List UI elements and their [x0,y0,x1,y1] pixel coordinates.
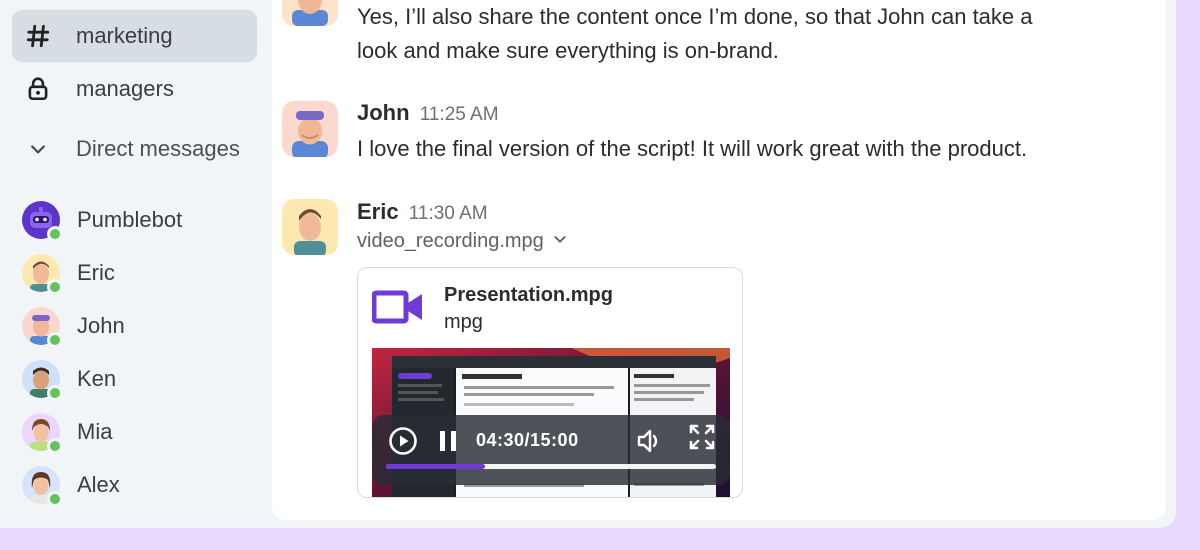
sidebar-item-managers[interactable]: managers [12,63,257,115]
pause-icon[interactable] [438,429,458,458]
direct-messages-toggle[interactable]: Direct messages [12,123,257,175]
dm-name-eric[interactable]: Eric [77,260,115,286]
dm-name-mia[interactable]: Mia [77,419,112,445]
sidebar-item-marketing[interactable]: marketing [12,10,257,62]
message-author[interactable]: Eric [357,199,399,224]
avatar-pumblebot[interactable] [22,201,63,242]
attachment-title[interactable]: Presentation.mpg [444,284,613,307]
message-avatar[interactable] [282,0,338,26]
video-progress-fill [386,464,485,469]
avatar-alex[interactable] [22,466,63,507]
play-icon[interactable] [388,426,418,461]
chevron-down-icon [12,139,64,159]
message-text: I love the final version of the script! … [357,136,1028,161]
video-player-controls: 04:30/15:00 [372,415,730,485]
attachment-card[interactable]: Presentation.mpg mpg 04:30/15:00 [357,267,743,498]
message-author[interactable]: John [357,100,410,125]
avatar-john[interactable] [22,307,63,348]
dm-name-alex[interactable]: Alex [77,472,120,498]
fullscreen-icon[interactable] [688,423,716,456]
online-status-dot [47,226,63,242]
message-header: John 11:25 AM [357,100,499,126]
video-progress-bar[interactable] [386,464,716,469]
sidebar-item-label: marketing [76,23,173,48]
volume-icon[interactable] [636,428,664,459]
message-timestamp: 11:30 AM [408,203,488,224]
dm-name-ken[interactable]: Ken [77,366,116,392]
message-line: Yes, I’ll also share the content once I’… [357,4,1033,29]
chat-panel: Yes, I’ll also share the content once I’… [272,0,1166,520]
message-avatar-eric[interactable] [282,199,338,255]
message-avatar-john[interactable] [282,101,338,157]
online-status-dot [47,332,63,348]
attachment-type: mpg [444,311,483,333]
online-status-dot [47,438,63,454]
dm-name-john[interactable]: John [77,313,125,339]
sidebar-item-label: managers [76,76,174,101]
video-time: 04:30/15:00 [476,430,579,450]
video-camera-icon [371,290,424,329]
app-window: marketing managers Direct messages Pumbl… [0,0,1176,528]
sidebar: marketing managers Direct messages Pumbl… [0,0,272,528]
online-status-dot [47,385,63,401]
message-timestamp: 11:25 AM [419,104,499,125]
lock-icon [12,76,64,102]
online-status-dot [47,491,63,507]
file-name-toggle[interactable]: video_recording.mpg [357,230,568,253]
direct-messages-label: Direct messages [76,136,240,161]
file-name: video_recording.mpg [357,230,544,252]
dm-name-pumblebot[interactable]: Pumblebot [77,207,182,233]
chevron-down-icon [552,230,568,253]
online-status-dot [47,279,63,295]
avatar-eric[interactable] [22,254,63,295]
message-text: Yes, I’ll also share the content once I’… [357,0,1033,68]
avatar-mia[interactable] [22,413,63,454]
message-header: Eric 11:30 AM [357,199,488,225]
avatar-ken[interactable] [22,360,63,401]
message-line: look and make sure everything is on-bran… [357,38,779,63]
hash-icon [12,23,64,49]
